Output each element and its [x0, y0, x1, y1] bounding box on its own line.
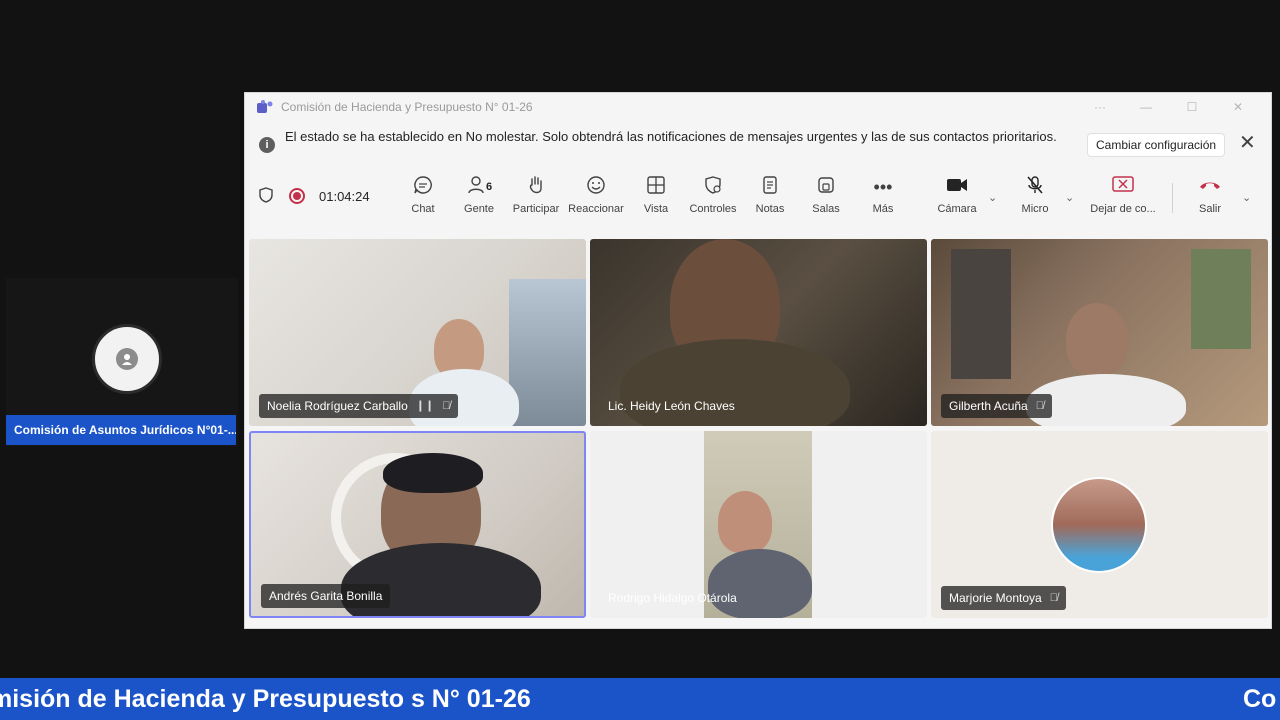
meeting-toolbar: 01:04:24 Chat 6 Gente Participar Reaccio…: [245, 171, 1271, 225]
hang-up-icon: [1180, 175, 1240, 199]
avatar: [1051, 477, 1147, 573]
maximize-button[interactable]: ☐: [1169, 97, 1215, 117]
video-tile[interactable]: Marjorie Montoya 🎙̸: [931, 431, 1268, 618]
notification-banner: i El estado se ha establecido en No mole…: [245, 123, 1271, 167]
controls-button[interactable]: Controles: [683, 175, 743, 221]
stop-share-icon: [1085, 175, 1161, 199]
participant-name-label: Comisión de Asuntos Jurídicos N°01-...: [6, 415, 236, 445]
leave-button[interactable]: Salir: [1180, 175, 1240, 221]
screen: Comisión de Asuntos Jurídicos N°01-... C…: [0, 0, 1280, 720]
view-button[interactable]: Vista: [626, 175, 686, 221]
speaking-icon: ❙❙: [415, 400, 435, 412]
grid-icon: [626, 175, 686, 199]
ticker-text-next: Co: [1243, 685, 1277, 713]
meeting-timer: 01:04:24: [319, 188, 370, 204]
mic-off-icon: 🎙̸: [442, 400, 451, 412]
ticker-text: misión de Hacienda y Presupuesto s N° 01…: [0, 685, 531, 713]
camera-chevron-down-icon[interactable]: ⌄: [988, 191, 997, 204]
chat-icon: [393, 175, 453, 199]
left-participant-panel: Comisión de Asuntos Jurídicos N°01-...: [6, 278, 238, 446]
chat-button[interactable]: Chat: [393, 175, 453, 221]
mic-off-icon: 🎙̸: [1049, 592, 1058, 604]
react-button[interactable]: Reaccionar: [566, 175, 626, 221]
user-icon: [116, 348, 138, 370]
participant-name-tag: Marjorie Montoya 🎙̸: [941, 586, 1066, 610]
notes-button[interactable]: Notas: [740, 175, 800, 221]
more-button[interactable]: ••• Más: [853, 175, 913, 221]
participant-name-tag: Noelia Rodríguez Carballo ❙❙ 🎙̸: [259, 394, 459, 418]
teams-icon: [257, 100, 273, 114]
mic-button[interactable]: Micro: [1005, 175, 1065, 221]
mic-chevron-down-icon[interactable]: ⌄: [1065, 191, 1074, 204]
smiley-icon: [566, 175, 626, 199]
meeting-window: Comisión de Hacienda y Presupuesto N° 01…: [244, 92, 1272, 629]
close-banner-icon[interactable]: ✕: [1239, 131, 1256, 155]
people-icon: 6: [449, 175, 509, 199]
camera-icon: [927, 175, 987, 199]
participant-name-tag: Gilberth Acuña 🎙̸: [941, 394, 1052, 418]
raise-hand-button[interactable]: Participar: [506, 175, 566, 221]
more-options-icon[interactable]: ···: [1077, 97, 1123, 117]
recording-icon: [289, 188, 305, 204]
toolbar-divider: [1172, 183, 1173, 213]
participant-name-tag: Lic. Heidy León Chaves: [608, 399, 735, 413]
rooms-button[interactable]: Salas: [796, 175, 856, 221]
avatar: [92, 324, 162, 394]
leave-chevron-down-icon[interactable]: ⌄: [1242, 191, 1251, 204]
people-button[interactable]: 6 Gente: [449, 175, 509, 221]
participant-name-tag: Rodrigo Hidalgo Otárola: [608, 591, 737, 605]
video-tile[interactable]: Rodrigo Hidalgo Otárola: [590, 431, 927, 618]
video-tile[interactable]: Lic. Heidy León Chaves: [590, 239, 927, 426]
participant-name-tag: Andrés Garita Bonilla: [261, 584, 391, 608]
broadcast-ticker: misión de Hacienda y Presupuesto s N° 01…: [0, 678, 1280, 720]
mic-off-icon: 🎙̸: [1035, 400, 1044, 412]
title-bar: Comisión de Hacienda y Presupuesto N° 01…: [245, 93, 1271, 121]
video-tile-active-speaker[interactable]: Andrés Garita Bonilla: [249, 431, 586, 618]
camera-button[interactable]: Cámara: [927, 175, 987, 221]
minimize-button[interactable]: —: [1123, 97, 1169, 117]
more-icon: •••: [873, 177, 893, 197]
people-count-badge: 6: [485, 181, 493, 193]
stop-sharing-button[interactable]: Dejar de co...: [1085, 175, 1161, 221]
info-icon: i: [259, 137, 275, 153]
notes-icon: [740, 175, 800, 199]
video-tile[interactable]: Gilberth Acuña 🎙̸: [931, 239, 1268, 426]
change-settings-button[interactable]: Cambiar configuración: [1087, 133, 1226, 157]
notification-message: El estado se ha establecido en No molest…: [285, 129, 1057, 144]
shield-gear-icon: [683, 175, 743, 199]
hand-icon: [506, 175, 566, 199]
rooms-icon: [796, 175, 856, 199]
mic-muted-icon: [1005, 175, 1065, 199]
video-tile[interactable]: Noelia Rodríguez Carballo ❙❙ 🎙̸: [249, 239, 586, 426]
window-title: Comisión de Hacienda y Presupuesto N° 01…: [281, 100, 533, 114]
close-window-button[interactable]: ✕: [1215, 97, 1261, 117]
shield-icon[interactable]: [259, 187, 275, 205]
